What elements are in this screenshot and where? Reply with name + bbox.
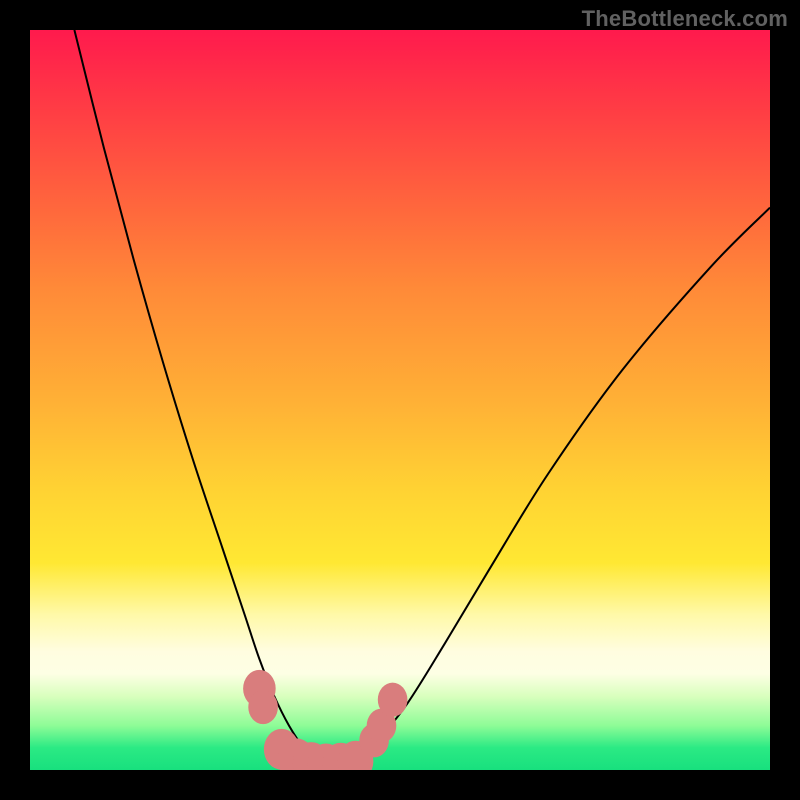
curve-right-curve xyxy=(356,208,770,763)
plot-area xyxy=(30,30,770,770)
chart-frame: TheBottleneck.com xyxy=(0,0,800,800)
marker-point xyxy=(248,690,278,724)
marker-point xyxy=(378,683,408,717)
attribution-watermark: TheBottleneck.com xyxy=(582,6,788,32)
chart-svg xyxy=(30,30,770,770)
curve-left-curve xyxy=(74,30,318,763)
